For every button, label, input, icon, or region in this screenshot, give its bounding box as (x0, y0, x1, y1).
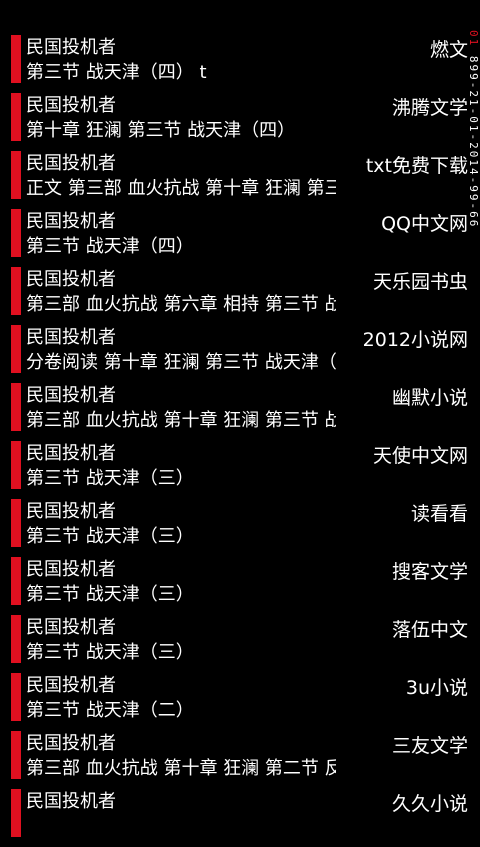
source-site: 读看看 (410, 503, 468, 525)
accent-bar (11, 731, 21, 779)
chapter-text: 分卷阅读 第十章 狂澜 第三节 战天津（ (26, 352, 336, 373)
book-title: 民国投机者 (26, 269, 116, 290)
book-title: 民国投机者 (26, 37, 116, 58)
list-item[interactable]: 民国投机者 第十章 狂澜 第三节 战天津（四） 沸腾文学 (0, 93, 470, 151)
book-title: 民国投机者 (26, 443, 116, 464)
accent-bar (11, 615, 21, 663)
accent-bar (11, 499, 21, 547)
source-site: 3u小说 (405, 677, 468, 699)
chapter-text: 第三部 血火抗战 第十章 狂澜 第二节 反 (26, 758, 336, 779)
chapter-text: 第三节 战天津（二） (26, 700, 194, 721)
source-site: 2012小说网 (362, 329, 468, 351)
accent-bar (11, 789, 21, 837)
book-title: 民国投机者 (26, 211, 116, 232)
list-item[interactable]: 民国投机者 正文 第三部 血火抗战 第十章 狂澜 第三 txt免费下载 (0, 151, 470, 209)
chapter-text: 正文 第三部 血火抗战 第十章 狂澜 第三 (26, 178, 336, 199)
book-title: 民国投机者 (26, 617, 116, 638)
list-item[interactable]: 民国投机者 分卷阅读 第十章 狂澜 第三节 战天津（ 2012小说网 (0, 325, 470, 383)
book-title: 民国投机者 (26, 559, 116, 580)
list-item[interactable]: 民国投机者 第三部 血火抗战 第六章 相持 第三节 战 天乐园书虫 (0, 267, 470, 325)
accent-bar (11, 93, 21, 141)
accent-bar (11, 383, 21, 431)
list-item[interactable]: 民国投机者 第三节 战天津（三） 读看看 (0, 499, 470, 557)
list-item[interactable]: 民国投机者 第三节 战天津（三） 搜客文学 (0, 557, 470, 615)
chapter-text: 第三节 战天津（四） (26, 236, 194, 257)
book-title: 民国投机者 (26, 733, 116, 754)
book-title: 民国投机者 (26, 791, 116, 812)
source-site: QQ中文网 (381, 213, 468, 235)
source-site: 燃文 (429, 39, 468, 61)
chapter-text: 第三部 血火抗战 第十章 狂澜 第三节 战 (26, 410, 336, 431)
list-item[interactable]: 民国投机者 第三部 血火抗战 第十章 狂澜 第二节 反 三友文学 (0, 731, 470, 789)
chapter-text: 第三节 战天津（四） t (26, 62, 207, 83)
chapter-text: 第三节 战天津（三） (26, 584, 194, 605)
source-site: 落伍中文 (391, 619, 468, 641)
accent-bar (11, 35, 21, 83)
accent-bar (11, 673, 21, 721)
accent-bar (11, 151, 21, 199)
list-item[interactable]: 民国投机者 第三节 战天津（二） 3u小说 (0, 673, 470, 731)
list-item[interactable]: 民国投机者 第三节 战天津（三） 天使中文网 (0, 441, 470, 499)
accent-bar (11, 325, 21, 373)
list-item[interactable]: 民国投机者 第三节 战天津（三） 落伍中文 (0, 615, 470, 673)
source-site: 幽默小说 (391, 387, 468, 409)
list-item[interactable]: 民国投机者 久久小说 (0, 789, 470, 847)
book-title: 民国投机者 (26, 327, 116, 348)
chapter-text: 第三节 战天津（三） (26, 526, 194, 547)
chapter-text: 第三节 战天津（三） (26, 468, 194, 489)
source-site: txt免费下载 (365, 155, 468, 177)
source-site: 天使中文网 (372, 445, 468, 467)
side-label-text: 01 899-21-01-2014-99-66 (466, 30, 480, 400)
source-site: 沸腾文学 (391, 97, 468, 119)
chapter-text: 第三部 血火抗战 第六章 相持 第三节 战 (26, 294, 336, 315)
list-item[interactable]: 民国投机者 第三节 战天津（四） t 燃文 (0, 35, 470, 93)
source-site: 久久小说 (391, 793, 468, 815)
source-site: 天乐园书虫 (372, 271, 468, 293)
list-item[interactable]: 民国投机者 第三部 血火抗战 第十章 狂澜 第三节 战 幽默小说 (0, 383, 470, 441)
list-item[interactable]: 民国投机者 第三节 战天津（四） QQ中文网 (0, 209, 470, 267)
chapter-text: 第三节 战天津（三） (26, 642, 194, 663)
source-site: 三友文学 (391, 735, 468, 757)
accent-bar (11, 209, 21, 257)
book-title: 民国投机者 (26, 385, 116, 406)
side-label: 01 899-21-01-2014-99-66 (466, 30, 480, 400)
book-title: 民国投机者 (26, 675, 116, 696)
side-label-number: 899-21-01-2014-99-66 (467, 55, 480, 229)
accent-bar (11, 557, 21, 605)
accent-bar (11, 441, 21, 489)
book-title: 民国投机者 (26, 153, 116, 174)
book-title: 民国投机者 (26, 501, 116, 522)
result-list: 民国投机者 第三节 战天津（四） t 燃文 民国投机者 第十章 狂澜 第三节 战… (0, 35, 470, 847)
accent-bar (11, 267, 21, 315)
chapter-text: 第十章 狂澜 第三节 战天津（四） (26, 120, 296, 141)
side-label-highlight: 01 (467, 30, 480, 48)
book-title: 民国投机者 (26, 95, 116, 116)
source-site: 搜客文学 (391, 561, 468, 583)
